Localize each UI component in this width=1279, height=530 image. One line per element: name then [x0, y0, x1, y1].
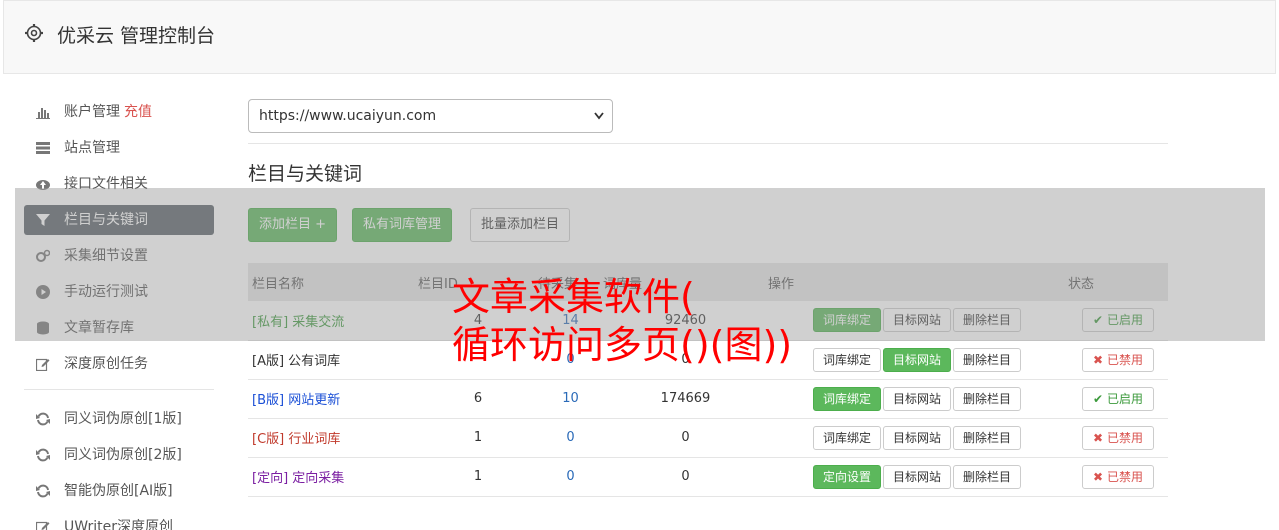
refresh-icon: [36, 448, 50, 462]
delete-column-button[interactable]: 删除栏目: [953, 464, 1022, 489]
table-row: [B版] 网站更新 6 10 174669 词库绑定 目标网站 删除栏目 ✔ 已启用: [248, 379, 1168, 419]
sidebar-divider: [24, 389, 214, 390]
recharge-link[interactable]: 充值: [124, 104, 152, 120]
column-pending[interactable]: 0: [538, 418, 603, 458]
bind-lib-button[interactable]: 词库绑定: [812, 425, 881, 450]
column-pending[interactable]: 10: [538, 379, 603, 419]
top-header: 优采云 管理控制台: [3, 0, 1276, 74]
cross-icon: ✖: [1093, 469, 1104, 484]
sidebar-item-deep-original[interactable]: 深度原创任务: [24, 349, 214, 379]
target-site-button[interactable]: 目标网站: [882, 386, 951, 411]
app-title: 优采云 管理控制台: [57, 25, 216, 47]
cross-icon: ✖: [1093, 352, 1104, 367]
column-name[interactable]: [C版] 行业词库: [248, 418, 418, 458]
bind-lib-button[interactable]: 定向设置: [812, 464, 881, 489]
target-site-button[interactable]: 目标网站: [882, 347, 951, 372]
column-pending[interactable]: 0: [538, 457, 603, 497]
delete-column-button[interactable]: 删除栏目: [953, 347, 1022, 372]
column-keywords: 0: [603, 457, 768, 497]
sidebar-item-synonym-v1[interactable]: 同义词伪原创[1版]: [24, 404, 214, 434]
watermark-line-1: 文章采集软件(: [452, 275, 695, 319]
sidebar-item-label: 站点管理: [64, 140, 120, 156]
status-toggle[interactable]: ✖ 已禁用: [1082, 347, 1154, 372]
site-select[interactable]: https://www.ucaiyun.com: [248, 99, 613, 133]
status-label: 已禁用: [1106, 469, 1143, 484]
target-site-button[interactable]: 目标网站: [882, 425, 951, 450]
column-id: 1: [418, 418, 538, 458]
sidebar-item-synonym-v2[interactable]: 同义词伪原创[2版]: [24, 440, 214, 470]
status-toggle[interactable]: ✔ 已启用: [1082, 386, 1154, 411]
divider: [248, 143, 1168, 144]
edit-icon: [36, 358, 50, 371]
refresh-icon: [36, 484, 50, 498]
status-label: 已启用: [1106, 391, 1143, 406]
status-toggle[interactable]: ✖ 已禁用: [1082, 464, 1154, 489]
sidebar-item-label: 智能伪原创[AI版]: [64, 483, 173, 499]
bar-chart-icon: [36, 108, 50, 119]
sidebar-item-uwriter[interactable]: UWriter深度原创: [24, 512, 214, 530]
sidebar-item-sites[interactable]: 站点管理: [24, 133, 214, 163]
sidebar-item-account[interactable]: 账户管理 充值: [24, 97, 214, 127]
sidebar-item-label: UWriter深度原创: [64, 519, 173, 530]
chevron-down-icon: [594, 112, 604, 120]
status-label: 已禁用: [1106, 430, 1143, 445]
table-row: [定向] 定向采集 1 0 0 定向设置 目标网站 删除栏目 ✖ 已禁用: [248, 457, 1168, 497]
column-keywords: 0: [603, 418, 768, 458]
cross-icon: ✖: [1093, 430, 1104, 445]
sidebar-item-label: 深度原创任务: [64, 356, 148, 372]
sidebar-item-label: 账户管理: [64, 104, 120, 120]
column-name[interactable]: [定向] 定向采集: [248, 457, 418, 497]
status-label: 已禁用: [1106, 352, 1143, 367]
delete-column-button[interactable]: 删除栏目: [953, 386, 1022, 411]
delete-column-button[interactable]: 删除栏目: [953, 425, 1022, 450]
sidebar-item-ai-rewrite[interactable]: 智能伪原创[AI版]: [24, 476, 214, 506]
column-id: 1: [418, 457, 538, 497]
watermark-text: 文章采集软件( 循环访问多页()(图)): [452, 273, 792, 369]
sidebar-item-label: 同义词伪原创[1版]: [64, 411, 182, 427]
table-row: [C版] 行业词库 1 0 0 词库绑定 目标网站 删除栏目 ✖ 已禁用: [248, 418, 1168, 458]
column-name[interactable]: [B版] 网站更新: [248, 379, 418, 419]
server-icon: [36, 142, 50, 154]
gear-icon: [25, 24, 43, 42]
page-title: 栏目与关键词: [248, 163, 363, 185]
site-select-value: https://www.ucaiyun.com: [259, 108, 437, 124]
bind-lib-button[interactable]: 词库绑定: [812, 386, 881, 411]
bind-lib-button[interactable]: 词库绑定: [812, 347, 881, 372]
check-icon: ✔: [1093, 391, 1104, 406]
column-id: 6: [418, 379, 538, 419]
refresh-icon: [36, 412, 50, 426]
column-keywords: 174669: [603, 379, 768, 419]
watermark-line-2: 循环访问多页()(图)): [452, 323, 793, 367]
sidebar-item-label: 同义词伪原创[2版]: [64, 447, 182, 463]
column-name[interactable]: [A版] 公有词库: [248, 340, 418, 380]
status-toggle[interactable]: ✖ 已禁用: [1082, 425, 1154, 450]
edit-icon: [36, 521, 50, 530]
target-site-button[interactable]: 目标网站: [882, 464, 951, 489]
